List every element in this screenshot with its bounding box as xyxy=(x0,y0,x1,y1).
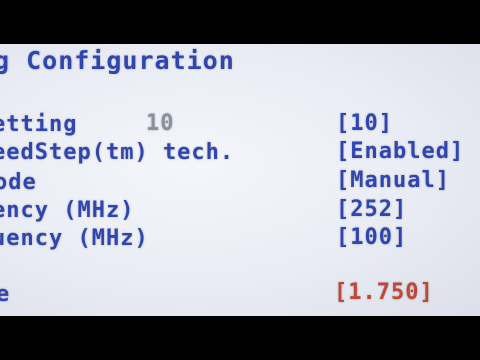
row-value-voltage[interactable]: [1.750] xyxy=(334,280,434,305)
bios-screen: g Configuration etting 10 [10] eedStep(t… xyxy=(0,44,480,316)
row-value-setting[interactable]: [10] xyxy=(336,111,393,136)
row-label-base-frequency: uency (MHz) xyxy=(0,226,149,251)
row-value-mode[interactable]: [Manual] xyxy=(336,168,450,193)
row-label-mode: ode xyxy=(0,170,37,195)
page-title: g Configuration xyxy=(0,46,235,75)
row-default-setting: 10 xyxy=(146,111,175,136)
row-label-voltage: e xyxy=(0,282,11,307)
row-label-frequency: ency (MHz) xyxy=(0,198,135,223)
row-value-frequency[interactable]: [252] xyxy=(336,197,407,222)
row-value-base-frequency[interactable]: [100] xyxy=(336,225,407,250)
row-value-speedstep[interactable]: [Enabled] xyxy=(336,139,464,164)
letterbox-bottom xyxy=(0,316,480,360)
row-label-speedstep: eedStep(tm) tech. xyxy=(0,140,235,165)
row-label-setting: etting xyxy=(0,112,78,137)
letterbox-top xyxy=(0,0,480,44)
